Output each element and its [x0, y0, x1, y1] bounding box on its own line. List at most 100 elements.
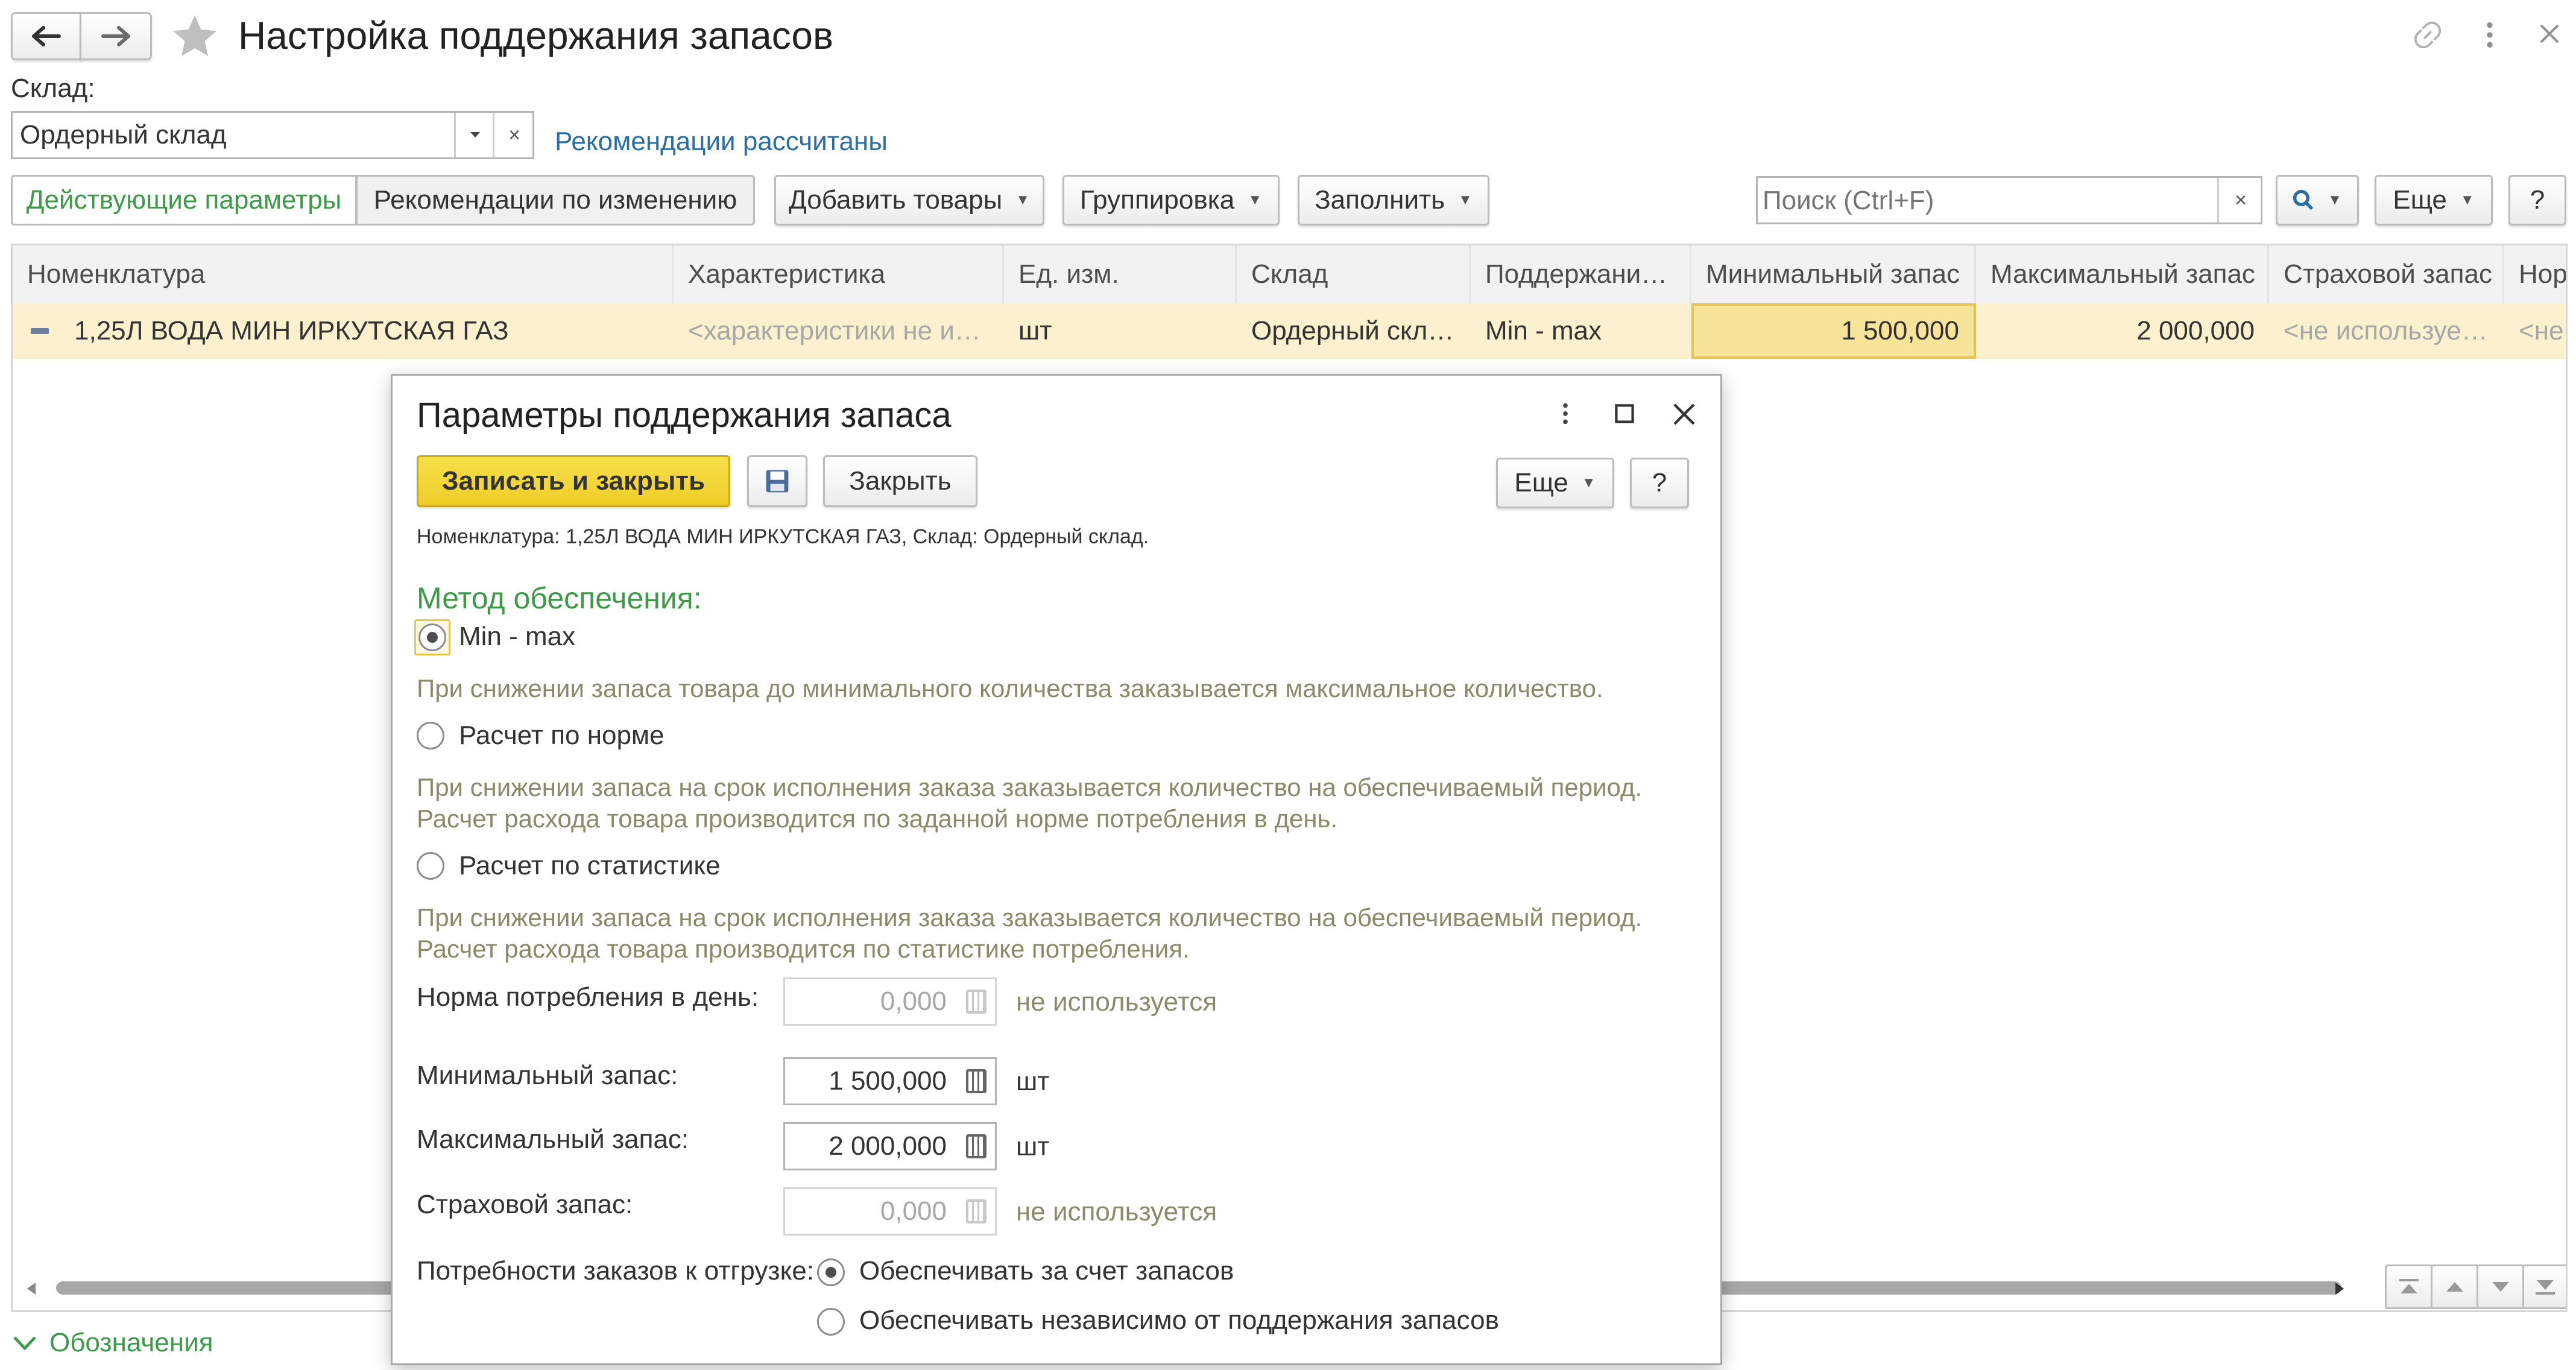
norm-suffix: не используется: [1016, 987, 1217, 1017]
method-label-norm[interactable]: Расчет по норме: [459, 721, 665, 751]
clear-button[interactable]: ×: [493, 113, 534, 157]
max-stock-field[interactable]: 2 000,000: [783, 1122, 997, 1170]
maximize-icon[interactable]: [1614, 403, 1635, 424]
scroll-left-icon[interactable]: [27, 1283, 37, 1295]
table-header: Номенклатура Характеристика Ед. изм. Скл…: [13, 245, 2566, 305]
col-norm[interactable]: Норм: [2504, 245, 2566, 303]
col-method[interactable]: Поддержани…: [1471, 245, 1691, 303]
cell-warehouse: Ордерный скл…: [1251, 316, 1454, 346]
method-desc-norm-2: Расчет расхода товара производится по за…: [417, 804, 1338, 833]
chevron-down-icon: ▼: [1015, 192, 1031, 208]
tab-current-params[interactable]: Действующие параметры: [11, 175, 357, 226]
arrow-down-icon: [2492, 1282, 2509, 1292]
cell-item-text: 1,25Л ВОДА МИН ИРКУТСКАЯ ГАЗ: [74, 316, 509, 346]
method-label-statistics[interactable]: Расчет по статистике: [459, 851, 721, 881]
method-desc-norm-1: При снижении запаса на срок исполнения з…: [417, 773, 1643, 801]
cell-safety-stock: <не используе…: [2284, 316, 2488, 346]
move-top-icon: [2399, 1279, 2419, 1293]
close-button[interactable]: Закрыть: [823, 455, 977, 507]
dropdown-button[interactable]: [454, 113, 494, 157]
chevron-down-icon: ▼: [2460, 192, 2475, 208]
safety-stock-value: 0,000: [880, 1196, 947, 1226]
method-desc-min-max: При снижении запаса товара до минимально…: [417, 674, 1603, 702]
norm-field: 0,000: [783, 977, 997, 1026]
dialog-help-button[interactable]: ?: [1630, 458, 1689, 508]
cell-min-stock[interactable]: 1 500,000: [1691, 303, 1976, 359]
safety-stock-suffix: не используется: [1016, 1197, 1217, 1226]
link-icon[interactable]: [2411, 18, 2445, 52]
chevron-down-icon: ▼: [1248, 192, 1263, 208]
dialog-info: Номенклатура: 1,25Л ВОДА МИН ИРКУТСКАЯ Г…: [417, 525, 1149, 548]
radio-orders-from-stock[interactable]: [817, 1258, 845, 1286]
col-max-stock[interactable]: Максимальный запас: [1976, 245, 2269, 303]
close-icon[interactable]: [2537, 22, 2562, 46]
legend-link[interactable]: Обозначения: [49, 1328, 213, 1358]
back-button[interactable]: [11, 12, 81, 60]
min-stock-field[interactable]: 1 500,000: [783, 1057, 997, 1105]
method-label-min-max[interactable]: Min - max: [459, 622, 575, 652]
save-button[interactable]: [747, 455, 807, 507]
search-field[interactable]: ×: [1756, 176, 2262, 224]
col-characteristic[interactable]: Характеристика: [674, 245, 1004, 303]
col-safety-stock[interactable]: Страховой запас: [2269, 245, 2504, 303]
search-button[interactable]: ▼: [2276, 175, 2359, 226]
col-nomenclature[interactable]: Номенклатура: [13, 245, 674, 303]
warehouse-label: Склад:: [11, 74, 95, 103]
calculator-icon[interactable]: [966, 1069, 987, 1093]
scroll-right-icon[interactable]: [2335, 1283, 2345, 1295]
cell-unit: шт: [1018, 316, 1052, 346]
col-unit[interactable]: Ед. изм.: [1004, 245, 1237, 303]
radio-min-max[interactable]: [418, 623, 446, 651]
tab-recommendations[interactable]: Рекомендации по изменению: [356, 175, 755, 226]
col-warehouse[interactable]: Склад: [1237, 245, 1471, 303]
search-input[interactable]: [1761, 183, 2162, 219]
chevron-down-icon[interactable]: [13, 1336, 36, 1351]
move-to-top-button[interactable]: [2385, 1264, 2433, 1309]
table-row[interactable]: 1,25Л ВОДА МИН ИРКУТСКАЯ ГАЗ <характерис…: [13, 303, 2566, 359]
max-stock-value: 2 000,000: [829, 1131, 947, 1161]
orders-option-independent[interactable]: Обеспечивать независимо от поддержания з…: [859, 1305, 1499, 1336]
radio-orders-independent[interactable]: [817, 1308, 845, 1336]
add-goods-button[interactable]: Добавить товары ▼: [774, 175, 1044, 226]
stock-params-dialog: Параметры поддержания запаса Записать и …: [391, 374, 1722, 1365]
dialog-more-button[interactable]: Еще ▼: [1496, 458, 1614, 508]
forward-button[interactable]: [80, 12, 152, 60]
more-button[interactable]: Еще ▼: [2375, 175, 2493, 226]
more-label: Еще: [2393, 185, 2447, 215]
radio-statistics[interactable]: [417, 852, 444, 880]
warehouse-field[interactable]: Ордерный склад ×: [11, 111, 534, 159]
arrow-right-icon: [101, 26, 130, 46]
move-up-button[interactable]: [2431, 1264, 2479, 1309]
move-down-button[interactable]: [2477, 1264, 2525, 1309]
calculator-icon: [966, 1199, 987, 1223]
arrow-left-icon: [31, 26, 61, 46]
max-stock-label: Максимальный запас:: [417, 1125, 689, 1154]
star-icon[interactable]: [169, 11, 221, 63]
calculator-icon[interactable]: [966, 1134, 987, 1158]
norm-label: Норма потребления в день:: [417, 982, 759, 1012]
add-goods-label: Добавить товары: [788, 185, 1003, 215]
orders-label: Потребности заказов к отгрузке:: [417, 1256, 815, 1286]
save-and-close-button[interactable]: Записать и закрыть: [417, 455, 730, 507]
save-and-close-label: Записать и закрыть: [441, 466, 706, 496]
chevron-down-icon: [470, 132, 480, 137]
chevron-down-icon: ▼: [2328, 192, 2342, 208]
close-icon[interactable]: [1672, 402, 1696, 426]
fill-button[interactable]: Заполнить ▼: [1298, 175, 1489, 226]
cell-item: 1,25Л ВОДА МИН ИРКУТСКАЯ ГАЗ: [13, 303, 674, 359]
radio-norm[interactable]: [417, 722, 444, 750]
grouping-button[interactable]: Группировка ▼: [1062, 175, 1280, 226]
search-clear-button[interactable]: ×: [2217, 178, 2262, 223]
recommendations-link[interactable]: Рекомендации рассчитаны: [555, 127, 888, 157]
method-option-min-max[interactable]: [414, 619, 450, 655]
cell-characteristic: <характеристики не и…: [688, 316, 981, 346]
fill-label: Заполнить: [1315, 185, 1445, 215]
orders-option-from-stock[interactable]: Обеспечивать за счет запасов: [859, 1256, 1234, 1286]
help-button[interactable]: ?: [2508, 175, 2566, 226]
more-vert-icon[interactable]: [2481, 18, 2499, 52]
move-to-bottom-button[interactable]: [2522, 1264, 2566, 1309]
min-stock-label: Минимальный запас:: [417, 1061, 678, 1090]
col-min-stock[interactable]: Минимальный запас: [1691, 245, 1976, 303]
more-vert-icon[interactable]: [1559, 400, 1572, 428]
method-heading: Метод обеспечения:: [417, 581, 702, 615]
